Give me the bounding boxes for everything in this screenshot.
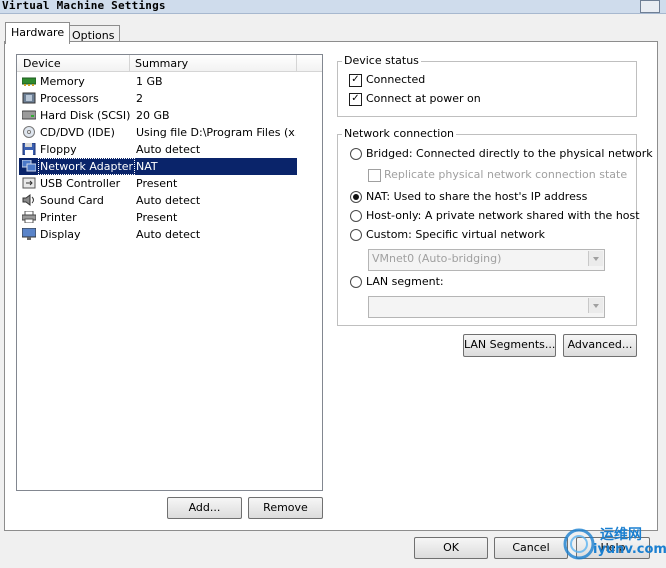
device-name: USB Controller [40,177,121,190]
bridged-label[interactable]: Bridged: Connected directly to the physi… [366,147,653,160]
custom-radio[interactable] [350,229,362,241]
watermark-site: iyunv.com [593,542,666,557]
device-name: Display [40,228,81,241]
device-name: Processors [40,92,99,105]
connect-at-power-on-label[interactable]: Connect at power on [366,92,481,105]
replicate-checkbox[interactable] [368,169,381,182]
add-device-button[interactable]: Add... [167,497,242,519]
device-summary: Auto detect [136,194,201,207]
printer-icon [21,210,37,224]
device-list-header: Device Summary [17,55,322,72]
cancel-button[interactable]: Cancel [494,537,568,559]
network-connection-group: Network connection Bridged: Connected di… [337,127,653,326]
device-row-processors[interactable]: Processors 2 [19,90,297,107]
device-status-group: Device status ✓ Connected ✓ Connect at p… [337,54,637,117]
watermark-cn: 运维网 [600,527,642,543]
lan-segment-radio[interactable] [350,276,362,288]
bridged-radio[interactable] [350,148,362,160]
tab-options[interactable]: Options [66,25,121,42]
device-name: Hard Disk (SCSI) [40,109,131,122]
lan-segment-label[interactable]: LAN segment: [366,275,444,288]
network-connection-title: Network connection [342,127,457,140]
device-name: Floppy [40,143,77,156]
device-summary: NAT [136,160,158,173]
cd-dvd-icon [22,126,36,138]
nat-label[interactable]: NAT: Used to share the host's IP address [366,190,587,203]
device-row-sound-card[interactable]: Sound Card Auto detect [19,192,297,209]
host-only-radio[interactable] [350,210,362,222]
device-status-title: Device status [342,54,421,67]
device-list[interactable]: Device Summary Memory 1 GB Processors 2 … [16,54,323,491]
device-summary: Present [136,177,178,190]
connect-at-power-on-checkbox[interactable]: ✓ [349,93,362,106]
window-title: Virtual Machine Settings [2,0,166,12]
nat-radio[interactable] [350,191,362,203]
replicate-label[interactable]: Replicate physical network connection st… [384,168,627,181]
connected-label[interactable]: Connected [366,73,425,86]
device-name: Memory [40,75,85,88]
device-row-usb-controller[interactable]: USB Controller Present [19,175,297,192]
close-button[interactable] [640,0,660,13]
device-name: Network Adapter [37,158,136,175]
usb-icon [22,177,36,189]
chevron-down-icon[interactable] [588,298,603,313]
device-name: Sound Card [40,194,104,207]
device-summary: Present [136,211,178,224]
custom-network-value: VMnet0 (Auto-bridging) [372,252,502,265]
advanced-button[interactable]: Advanced... [563,334,637,357]
custom-label[interactable]: Custom: Specific virtual network [366,228,545,241]
sound-card-icon [22,194,36,206]
custom-network-select[interactable]: VMnet0 (Auto-bridging) [368,249,605,271]
device-row-cd-dvd[interactable]: CD/DVD (IDE) Using file D:\Program Files… [19,124,297,141]
display-icon [21,227,37,240]
device-summary: Using file D:\Program Files (x... [136,126,296,139]
device-summary: 2 [136,92,143,105]
title-bar[interactable]: Virtual Machine Settings [0,0,666,14]
device-summary: Auto detect [136,143,201,156]
device-row-hard-disk[interactable]: Hard Disk (SCSI) 20 GB [19,107,297,124]
lan-segment-select[interactable] [368,296,605,318]
device-row-network-adapter[interactable]: Network Adapter NAT [19,158,297,175]
memory-icon [21,75,37,87]
device-row-memory[interactable]: Memory 1 GB [19,73,297,90]
processor-icon [22,92,36,104]
column-header-device[interactable]: Device [23,57,61,70]
hard-disk-icon [21,109,37,121]
tab-hardware[interactable]: Hardware [5,22,71,44]
watermark-logo: 运维网 iyunv.com [563,520,666,564]
remove-device-button[interactable]: Remove [248,497,323,519]
network-adapter-icon [21,159,37,172]
device-summary: 20 GB [136,109,170,122]
floppy-icon [22,142,36,156]
lan-segments-button[interactable]: LAN Segments... [463,334,556,357]
device-row-floppy[interactable]: Floppy Auto detect [19,141,297,158]
device-summary: 1 GB [136,75,163,88]
device-name: CD/DVD (IDE) [40,126,115,139]
host-only-label[interactable]: Host-only: A private network shared with… [366,209,640,222]
device-row-display[interactable]: Display Auto detect [19,226,297,243]
device-row-printer[interactable]: Printer Present [19,209,297,226]
device-name: Printer [40,211,77,224]
connected-checkbox[interactable]: ✓ [349,74,362,87]
ok-button[interactable]: OK [414,537,488,559]
chevron-down-icon[interactable] [588,251,603,266]
device-summary: Auto detect [136,228,201,241]
column-header-summary[interactable]: Summary [135,57,188,70]
